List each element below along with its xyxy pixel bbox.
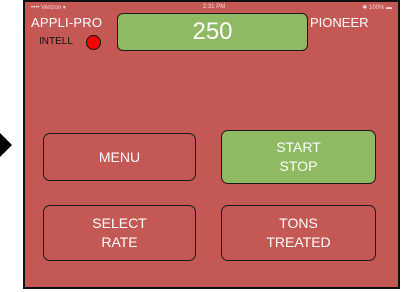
status-led-icon <box>86 35 101 50</box>
menu-button[interactable]: MENU <box>43 133 196 181</box>
app-screen: •••• Verizon ▾ 2:31 PM ✱ 100% ▬ APPLI-PR… <box>23 0 400 289</box>
start-stop-label-line1: START <box>276 139 321 155</box>
start-stop-button[interactable]: START STOP <box>221 130 376 184</box>
select-rate-label-line1: SELECT <box>92 215 147 231</box>
arrow-right-icon <box>0 133 12 157</box>
start-stop-label-line2: STOP <box>279 158 318 174</box>
carrier-label: •••• Verizon ▾ <box>31 4 66 11</box>
select-rate-button[interactable]: SELECT RATE <box>43 205 196 261</box>
status-bar: •••• Verizon ▾ 2:31 PM ✱ 100% ▬ <box>31 3 392 11</box>
tons-treated-label-line1: TONS <box>279 215 318 231</box>
intell-label: INTELL <box>39 36 73 47</box>
counter-display: 250 <box>117 13 308 51</box>
counter-value: 250 <box>192 18 233 45</box>
menu-button-label: MENU <box>98 148 141 165</box>
brand-appli-pro: APPLI-PRO <box>31 15 103 30</box>
select-rate-label-line2: RATE <box>101 234 138 250</box>
brand-pioneer: PIONEER <box>310 15 369 30</box>
battery-label: ✱ 100% ▬ <box>362 4 392 11</box>
tons-treated-button[interactable]: TONS TREATED <box>221 205 376 261</box>
clock-label: 2:31 PM <box>202 4 226 10</box>
tons-treated-label-line2: TREATED <box>266 234 331 250</box>
